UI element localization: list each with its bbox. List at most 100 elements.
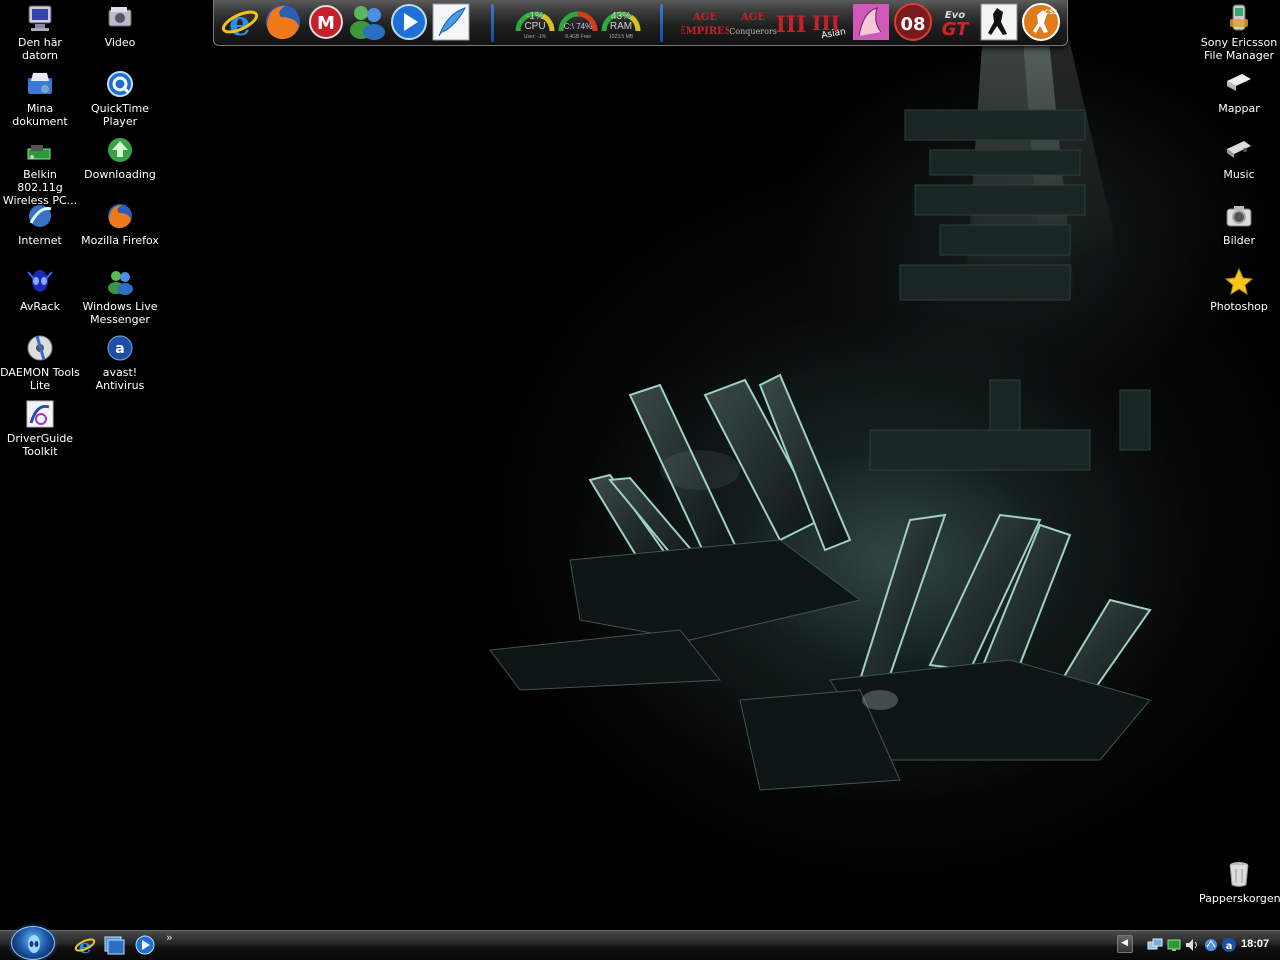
desktop-icon-mappar[interactable]: Mappar (1199, 68, 1279, 132)
video-folder-icon (108, 7, 132, 27)
desktop-icon-recycle-bin[interactable]: Papperskorgen (1199, 858, 1280, 922)
svg-text:CSS: CSS (1045, 9, 1058, 16)
quick-launch-more-button[interactable]: » (166, 931, 173, 944)
desktop-icon-label: QuickTime Player (90, 102, 150, 128)
ram-gauge-sub: 1023.5 MB (608, 34, 634, 40)
svg-text:08: 08 (900, 14, 925, 35)
network-activity-icon[interactable] (1203, 937, 1219, 953)
folders-icon (1227, 74, 1251, 91)
network-icon[interactable] (1147, 937, 1163, 953)
computer-icon (28, 5, 52, 31)
disk-gauge-label: C:\ 74% (563, 22, 593, 31)
svg-text:AGE: AGE (740, 12, 765, 23)
daemon-tools-icon (27, 335, 53, 361)
desktop-icon-label: Bilder (1223, 234, 1255, 247)
desktop-icon-label: Video (104, 36, 136, 49)
desktop-icon-avast[interactable]: a avast! Antivirus (80, 332, 160, 396)
age-of-empires-icon[interactable]: AGE EMPIRES (681, 2, 729, 42)
desktop-icon-bilder[interactable]: Bilder (1199, 200, 1279, 264)
mcafee-icon[interactable]: M (306, 2, 346, 42)
dock-separator (660, 4, 663, 42)
star-icon (1224, 267, 1254, 296)
desktop-icon-daemon-tools[interactable]: DAEMON Tools Lite (0, 332, 80, 396)
desktop-icon-label: Mina dokument (12, 102, 68, 128)
wireless-card-icon (27, 145, 51, 160)
taskbar-clock[interactable]: 18:07 (1241, 938, 1269, 950)
camera-icon (1226, 206, 1252, 227)
desktop-icon-internet[interactable]: Internet (0, 200, 80, 264)
desktop-icon-messenger[interactable]: Windows Live Messenger (80, 266, 160, 330)
desktop-icon-avrack[interactable]: AvRack (0, 266, 80, 330)
svg-text:e: e (229, 4, 251, 42)
quicktime-icon (107, 71, 133, 97)
desktop-icon-firefox[interactable]: Mozilla Firefox (80, 200, 160, 264)
fifa08-icon[interactable]: 08 (893, 2, 933, 42)
firefox-icon (108, 204, 132, 229)
download-icon (108, 138, 132, 162)
internet-explorer-icon[interactable]: e (220, 2, 260, 42)
vice-city-icon[interactable] (851, 2, 891, 42)
avast-icon: a (107, 335, 133, 361)
svg-text:EMPIRES: EMPIRES (681, 26, 729, 37)
svg-text:a: a (115, 341, 124, 357)
recycle-bin-icon (1229, 862, 1249, 887)
driverguide-icon (26, 400, 54, 428)
desktop-icon-belkin[interactable]: Belkin 802.11g Wireless PC... (0, 134, 80, 207)
desktop-icon-photoshop[interactable]: Photoshop (1199, 266, 1279, 330)
counter-strike-source-icon[interactable]: CSS (1021, 2, 1061, 42)
desktop-icon-driverguide[interactable]: DriverGuide Toolkit (0, 398, 80, 462)
alienware-logo-icon (28, 935, 40, 953)
desktop-icon-label: Music (1223, 168, 1255, 181)
svg-text:a: a (1226, 941, 1233, 952)
desktop-icon-label: Papperskorgen (1199, 892, 1280, 905)
counter-strike-icon[interactable] (979, 2, 1019, 42)
desktop-icon-downloading[interactable]: Downloading (80, 134, 160, 198)
desktop-icon-my-documents[interactable]: Mina dokument (0, 68, 80, 132)
phone-icon (1230, 4, 1248, 31)
age3-icon[interactable]: III (774, 2, 808, 42)
desktop-icon-sony-ericsson[interactable]: Sony Ericsson File Manager (1199, 2, 1279, 66)
crystal-wallpaper-art (489, 0, 1152, 791)
desktop-icon-label: AvRack (20, 300, 60, 313)
feather-icon[interactable] (431, 2, 471, 42)
desktop-wallpaper (0, 0, 1280, 930)
desktop-icon-label: DAEMON Tools Lite (0, 366, 80, 392)
avast-icon[interactable]: a (1221, 937, 1237, 953)
age3-asian-icon[interactable]: IIIAsian (812, 2, 848, 42)
desktop-icon-label: Internet (18, 234, 62, 247)
svg-text:M: M (317, 13, 335, 34)
start-button[interactable] (11, 926, 55, 960)
alien-icon (27, 270, 53, 292)
ram-gauge[interactable]: 43% RAM 1023.5 MB (601, 3, 641, 43)
svg-text:III: III (776, 12, 807, 38)
desktop-icon-label: Windows Live Messenger (82, 300, 158, 326)
svg-text:Conquerors: Conquerors (729, 27, 777, 36)
desktop-icon-label: Sony Ericsson File Manager (1200, 36, 1278, 62)
chevron-left-icon: ◀ (1121, 938, 1128, 948)
desktop-icon-quicktime[interactable]: QuickTime Player (80, 68, 160, 132)
svg-text:e: e (79, 934, 92, 956)
disk-gauge[interactable]: C:\ 74% 9.4GB Free (558, 3, 598, 43)
desktop-icon-label: Den här datorn (18, 36, 62, 62)
internet-explorer-icon[interactable]: e (73, 934, 97, 956)
volume-icon[interactable] (1184, 937, 1200, 953)
media-player-icon[interactable] (389, 2, 429, 42)
monitor-icon[interactable] (1166, 937, 1182, 953)
tray-expand-button[interactable]: ◀ (1117, 935, 1133, 953)
cpu-gauge[interactable]: -1% CPU User: -1% (515, 3, 555, 43)
desktop-icon-music[interactable]: Music (1199, 134, 1279, 198)
racing-game-icon[interactable]: EvoGT (935, 2, 975, 42)
media-player-icon[interactable] (133, 934, 157, 956)
cpu-gauge-label: CPU (524, 21, 546, 32)
desktop-icon-video[interactable]: Video (80, 2, 160, 66)
internet-icon (29, 205, 52, 227)
firefox-icon[interactable] (263, 2, 303, 42)
desktop-icon-label: Mappar (1218, 102, 1260, 115)
show-desktop-icon[interactable] (102, 934, 126, 956)
ram-gauge-label: RAM (609, 21, 633, 32)
desktop-icon-label: Mozilla Firefox (81, 234, 159, 247)
desktop-icon-computer[interactable]: Den här datorn (0, 2, 80, 66)
age-conquerors-icon[interactable]: AGE Conquerors (729, 2, 777, 42)
messenger-icon[interactable] (347, 2, 387, 42)
top-dock: e M -1% CPU User: -1% C:\ 74% 9.4GB Free… (213, 0, 1068, 46)
